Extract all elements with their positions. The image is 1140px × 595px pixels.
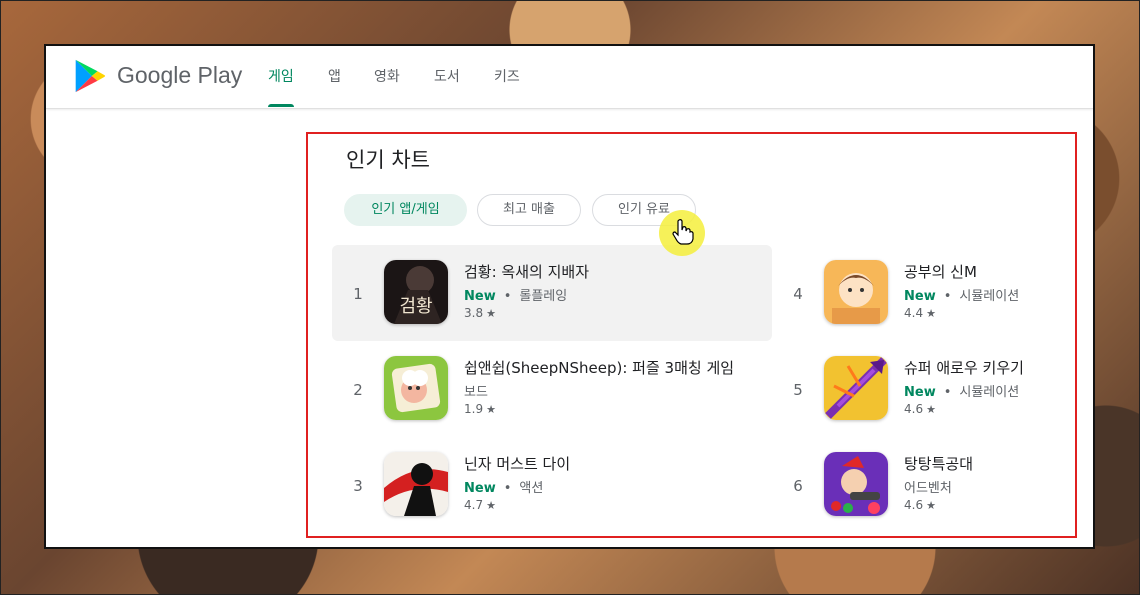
app-category: 어드벤처 <box>904 481 952 496</box>
star-icon: ★ <box>486 499 496 512</box>
new-badge: New <box>904 385 936 400</box>
chip-top-free[interactable]: 인기 앱/게임 <box>344 194 467 226</box>
tab-books[interactable]: 도서 <box>434 66 460 86</box>
app-meta: New • 시뮬레이션 <box>904 285 1019 304</box>
section-title: 인기 차트 <box>346 148 430 172</box>
brand-name[interactable]: Google Play <box>117 62 242 89</box>
app-title: 쉽앤쉽(SheepNSheep): 퍼즐 3매칭 게임 <box>464 359 735 377</box>
chart-item-5[interactable]: 5 슈퍼 애로우 키우기 New • 시뮬레이션 4.6 ★ <box>772 341 1072 437</box>
svg-text:검황: 검황 <box>399 296 432 317</box>
browser-window: Google Play 게임 앱 영화 도서 키즈 인기 차트 인기 앱/게임 … <box>44 44 1095 549</box>
chip-top-grossing[interactable]: 최고 매출 <box>477 194 581 226</box>
star-icon: ★ <box>926 403 936 416</box>
rank-number: 4 <box>793 285 803 303</box>
app-rating: 3.8 ★ <box>464 306 496 320</box>
rank-number: 2 <box>353 381 363 399</box>
separator-dot: • <box>503 289 512 304</box>
chart-item-6[interactable]: 6 탕탕특공대 어드벤처 4.6 ★ <box>772 437 1072 533</box>
app-meta: 보드 <box>464 381 488 400</box>
tab-kids[interactable]: 키즈 <box>494 66 520 86</box>
app-meta: New • 시뮬레이션 <box>904 381 1019 400</box>
app-category: 시뮬레이션 <box>959 289 1020 304</box>
rating-value: 3.8 <box>464 306 484 320</box>
rating-value: 4.4 <box>904 306 924 320</box>
rating-value: 1.9 <box>464 402 484 416</box>
app-category: 보드 <box>464 385 488 400</box>
app-icon-2 <box>384 356 448 420</box>
rank-number: 6 <box>793 477 803 495</box>
google-play-logo-icon[interactable] <box>70 57 108 95</box>
app-title: 슈퍼 애로우 키우기 <box>904 359 1024 377</box>
header: Google Play 게임 앱 영화 도서 키즈 <box>46 46 1093 109</box>
rating-value: 4.7 <box>464 498 484 512</box>
separator-dot: • <box>943 289 952 304</box>
app-meta: New • 롤플레잉 <box>464 285 567 304</box>
app-title: 탕탕특공대 <box>904 455 974 473</box>
app-rating: 4.4 ★ <box>904 306 936 320</box>
app-icon-5 <box>824 356 888 420</box>
rank-number: 3 <box>353 477 363 495</box>
separator-dot: • <box>503 481 512 496</box>
app-rating: 4.6 ★ <box>904 402 936 416</box>
app-icon-4 <box>824 260 888 324</box>
chart-item-1[interactable]: 1 검황 검황: 옥새의 지배자 New • 롤플레잉 3.8 ★ <box>332 245 772 341</box>
active-tab-indicator <box>268 104 294 107</box>
tab-movies[interactable]: 영화 <box>374 66 400 86</box>
hand-cursor-icon <box>672 219 694 245</box>
new-badge: New <box>464 481 496 496</box>
rating-value: 4.6 <box>904 498 924 512</box>
app-category: 시뮬레이션 <box>959 385 1020 400</box>
app-category: 롤플레잉 <box>519 289 568 304</box>
app-icon-3 <box>384 452 448 516</box>
app-title: 공부의 신M <box>904 263 977 281</box>
star-icon: ★ <box>926 499 936 512</box>
new-badge: New <box>904 289 936 304</box>
app-rating: 1.9 ★ <box>464 402 496 416</box>
separator-dot: • <box>943 385 952 400</box>
app-title: 닌자 머스트 다이 <box>464 455 571 473</box>
star-icon: ★ <box>486 403 496 416</box>
rating-value: 4.6 <box>904 402 924 416</box>
app-icon-1: 검황 <box>384 260 448 324</box>
star-icon: ★ <box>486 307 496 320</box>
app-title: 검황: 옥새의 지배자 <box>464 263 589 281</box>
new-badge: New <box>464 289 496 304</box>
chart-item-3[interactable]: 3 닌자 머스트 다이 New • 액션 4.7 ★ <box>332 437 772 533</box>
star-icon: ★ <box>926 307 936 320</box>
app-icon-6 <box>824 452 888 516</box>
app-rating: 4.6 ★ <box>904 498 936 512</box>
rank-number: 5 <box>793 381 803 399</box>
app-rating: 4.7 ★ <box>464 498 496 512</box>
chart-item-2[interactable]: 2 쉽앤쉽(SheepNSheep): 퍼즐 3매칭 게임 보드 1.9 ★ <box>332 341 772 437</box>
app-meta: 어드벤처 <box>904 477 952 496</box>
chart-item-4[interactable]: 4 공부의 신M New • 시뮬레이션 4.4 ★ <box>772 245 1072 341</box>
app-meta: New • 액션 <box>464 477 543 496</box>
app-category: 액션 <box>519 481 544 496</box>
tab-apps[interactable]: 앱 <box>328 66 341 86</box>
tab-games[interactable]: 게임 <box>268 66 294 86</box>
rank-number: 1 <box>353 285 363 303</box>
